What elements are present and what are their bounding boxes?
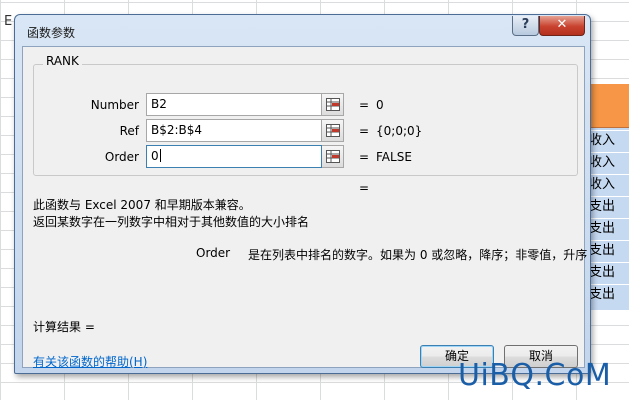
order-input-value: 0 (151, 149, 159, 163)
equals-sign: = (359, 150, 370, 164)
order-input[interactable]: 0 (146, 145, 322, 168)
arg-result-order: FALSE (376, 150, 412, 164)
site-watermark: UiBQ.CoM (458, 358, 612, 393)
arg-label-order: Order (104, 150, 139, 164)
arg-help-name: Order (196, 246, 231, 260)
equals-sign: = (359, 98, 370, 112)
range-select-icon (325, 98, 340, 111)
arg-label-ref: Ref (119, 124, 139, 138)
close-icon[interactable]: ✕ (539, 16, 585, 36)
number-input[interactable]: B2 (146, 93, 322, 116)
equals-sign: = (359, 124, 370, 138)
description-line: 返回某数字在一列数字中相对于其他数值的大小排名 (33, 215, 310, 229)
table-cell: 收入 (587, 174, 629, 194)
range-select-icon (325, 124, 340, 137)
function-name: RANK (43, 54, 82, 68)
function-description: 此函数与 Excel 2007 和早期版本兼容。 返回某数字在一列数字中相对于其… (33, 197, 309, 231)
column-header-cell (587, 84, 629, 128)
number-input-value: B2 (151, 97, 167, 111)
table-cell: 支出 (587, 240, 629, 260)
table-cell: 收入 (587, 130, 629, 150)
ref-input[interactable]: B$2:B$4 (146, 119, 322, 142)
table-cell: 支出 (587, 218, 629, 238)
collapse-dialog-button[interactable] (322, 119, 344, 142)
formula-result-equals: = (359, 181, 370, 195)
arg-help-text: 是在列表中排名的数字。如果为 0 或忽略，降序；非零值，升序 (248, 248, 588, 262)
table-cell: 收入 (587, 152, 629, 172)
dialog-title: 函数参数 (27, 26, 76, 40)
ref-input-value: B$2:B$4 (151, 123, 203, 137)
table-cell: 支出 (587, 284, 629, 304)
function-help-link[interactable]: 有关该函数的帮助(H) (33, 353, 147, 370)
table-cell: 支出 (587, 262, 629, 282)
calc-result-label: 计算结果 = (33, 320, 95, 334)
arg-result-number: 0 (376, 98, 384, 112)
text-caret (159, 149, 161, 162)
collapse-dialog-button[interactable] (322, 93, 344, 116)
dialog-client-area: RANK Number B2 = 0 Ref B$2:B$4 = {0;0;0}… (22, 46, 588, 370)
description-line: 此函数与 Excel 2007 和早期版本兼容。 (33, 198, 251, 212)
function-arguments-dialog: 函数参数 ? ✕ RANK Number B2 = 0 Ref B$2:B$4 (14, 14, 591, 374)
collapse-dialog-button[interactable] (322, 145, 344, 168)
help-icon[interactable]: ? (512, 16, 539, 36)
table-cell: 支出 (587, 196, 629, 216)
arg-label-number: Number (90, 98, 139, 112)
range-select-icon (325, 150, 340, 163)
dialog-titlebar[interactable]: 函数参数 ? ✕ (15, 15, 590, 47)
arg-result-ref: {0;0;0} (376, 124, 423, 138)
column-letter: E (4, 14, 13, 29)
